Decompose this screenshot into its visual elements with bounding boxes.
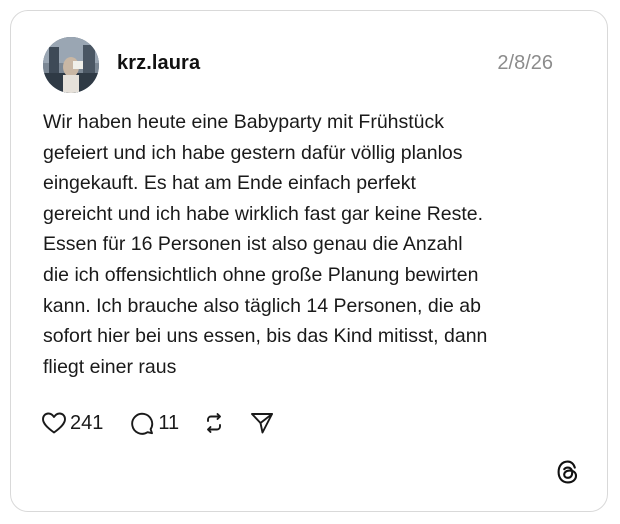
- post-text-line: die ich offensichtlich ohne große Planun…: [43, 263, 479, 286]
- repost-icon: [207, 413, 222, 433]
- post-card: krz.laura 2/8/26 Wir haben heute eine Ba…: [10, 10, 608, 512]
- avatar[interactable]: [43, 37, 99, 93]
- like-count: 241: [70, 412, 104, 434]
- post-text-line: Wir haben heute eine Babyparty mit Frühs…: [43, 111, 445, 133]
- share-button[interactable]: [249, 410, 275, 436]
- post-text-line: gefeiert und ich habe gestern dafür völl…: [43, 141, 463, 164]
- post-text-line: eingekauft. Es hat am Ende einfach perfe…: [43, 172, 416, 195]
- threads-logo-icon[interactable]: [555, 459, 581, 485]
- post-date[interactable]: 2/8/26: [497, 51, 553, 75]
- like-button[interactable]: 241: [41, 411, 103, 435]
- repost-button[interactable]: [201, 410, 227, 436]
- post-text-line: gereicht und ich habe wirklich fast gar …: [43, 202, 484, 225]
- username[interactable]: krz.laura: [117, 51, 200, 75]
- post-text: Wir haben heute eine Babyparty mit Frühs…: [43, 107, 573, 382]
- post-text-line: kann. Ich brauche also täglich 14 Person…: [43, 294, 481, 317]
- threads-logo-glyph: [557, 460, 578, 484]
- comment-bubble-icon: [131, 412, 154, 435]
- avatar-photo: [43, 37, 99, 93]
- send-icon: [251, 413, 274, 434]
- post-text-line: Essen für 16 Personen ist also genau die…: [43, 233, 463, 256]
- post-text-line: fliegt einer raus: [43, 355, 177, 378]
- post-text-line: sofort hier bei uns essen, bis das Kind …: [43, 325, 488, 348]
- heart-icon: [42, 412, 66, 434]
- reply-button[interactable]: 11: [129, 410, 179, 436]
- reply-count: 11: [158, 412, 180, 434]
- action-bar: 241 11: [41, 409, 275, 437]
